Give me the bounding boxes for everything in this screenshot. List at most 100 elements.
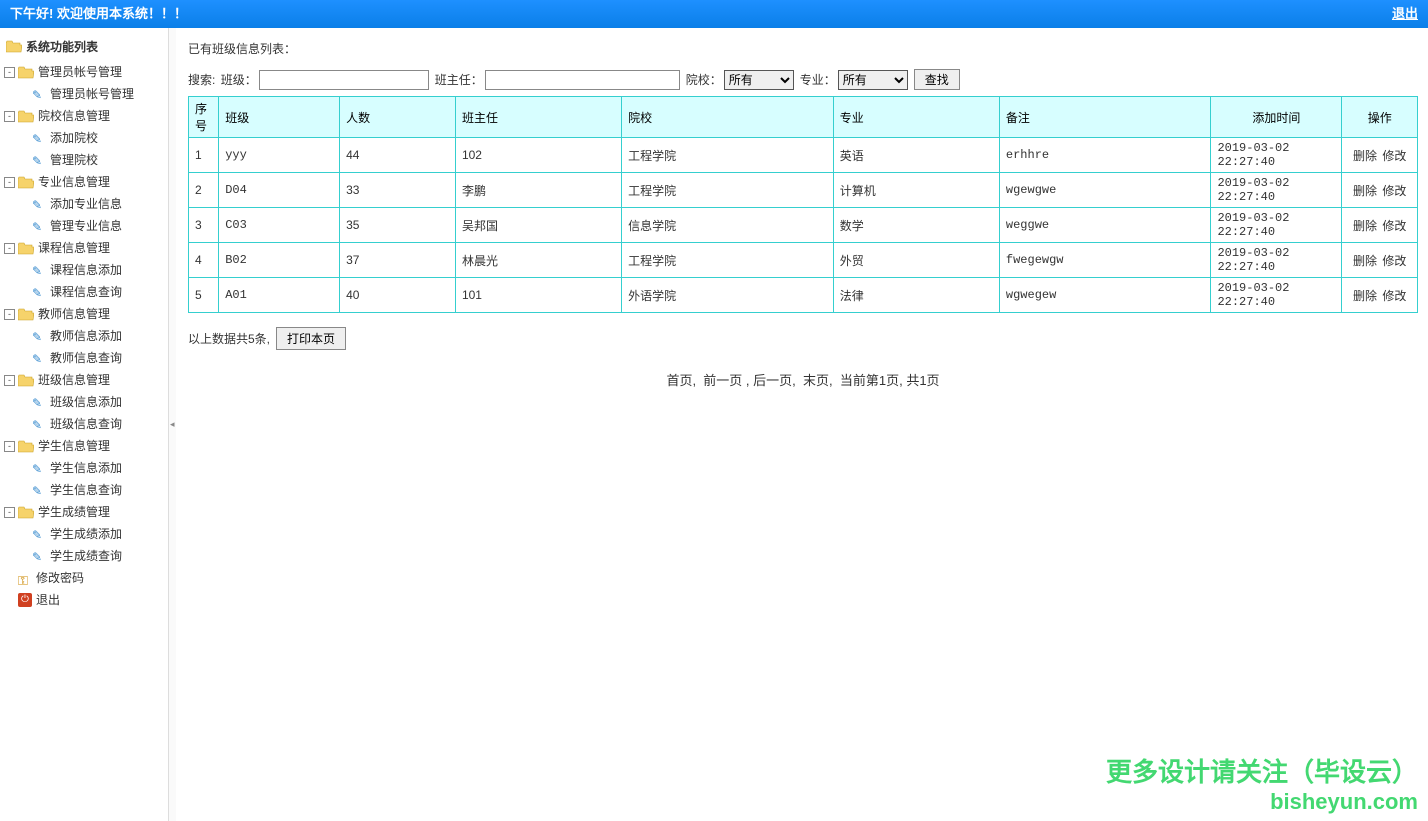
edit-icon xyxy=(32,483,46,497)
nav-item[interactable]: 学生成绩查询 xyxy=(32,545,168,567)
folder-open-icon xyxy=(18,308,34,321)
logout-link[interactable]: 退出 xyxy=(1392,0,1418,28)
nav-item[interactable]: 管理院校 xyxy=(32,149,168,171)
nav-item[interactable]: 管理专业信息 xyxy=(32,215,168,237)
class-table: 序号 班级 人数 班主任 院校 专业 备注 添加时间 操作 1yyy44102工… xyxy=(188,96,1418,313)
th-op: 操作 xyxy=(1342,97,1418,138)
nav-item[interactable]: 班级信息添加 xyxy=(32,391,168,413)
nav-item-label: 添加院校 xyxy=(50,128,98,148)
print-button[interactable]: 打印本页 xyxy=(276,327,346,350)
table-row: 3C0335吴邦国信息学院数学weggwe2019-03-02 22:27:40… xyxy=(189,208,1418,243)
edit-icon xyxy=(32,153,46,167)
edit-link[interactable]: 修改 xyxy=(1382,289,1406,303)
table-cell: 信息学院 xyxy=(622,208,834,243)
edit-link[interactable]: 修改 xyxy=(1382,219,1406,233)
pager: 首页, 前一页 , 后一页, 末页, 当前第1页, 共1页 xyxy=(188,370,1418,389)
nav-group-label: 学生成绩管理 xyxy=(38,502,110,522)
collapse-icon[interactable]: - xyxy=(4,375,15,386)
nav-item-label: 教师信息添加 xyxy=(50,326,122,346)
collapse-icon[interactable]: - xyxy=(4,507,15,518)
nav-item[interactable]: 添加专业信息 xyxy=(32,193,168,215)
nav-item[interactable]: 教师信息查询 xyxy=(32,347,168,369)
collapse-icon[interactable]: - xyxy=(4,177,15,188)
nav-item-label: 课程信息添加 xyxy=(50,260,122,280)
nav-group[interactable]: - 学生成绩管理 xyxy=(4,501,168,523)
table-cell: 林晨光 xyxy=(455,243,621,278)
delete-link[interactable]: 删除 xyxy=(1353,254,1377,268)
sidebar-splitter[interactable]: ◂ xyxy=(169,28,176,821)
edit-icon xyxy=(32,263,46,277)
pager-last[interactable]: 末页, xyxy=(803,373,833,388)
collapse-icon[interactable]: - xyxy=(4,111,15,122)
class-input[interactable] xyxy=(259,70,429,90)
table-cell: 外贸 xyxy=(833,243,999,278)
nav-change-password[interactable]: 修改密码 xyxy=(4,567,168,589)
nav-item[interactable]: 班级信息查询 xyxy=(32,413,168,435)
table-row: 2D0433李鹏工程学院计算机wgewgwe2019-03-02 22:27:4… xyxy=(189,173,1418,208)
nav-group-label: 教师信息管理 xyxy=(38,304,110,324)
nav-item-label: 学生信息添加 xyxy=(50,458,122,478)
delete-link[interactable]: 删除 xyxy=(1353,219,1377,233)
folder-open-icon xyxy=(18,176,34,189)
nav-item[interactable]: 管理员帐号管理 xyxy=(32,83,168,105)
edit-icon xyxy=(32,87,46,101)
nav-item[interactable]: 添加院校 xyxy=(32,127,168,149)
nav-item[interactable]: 学生信息查询 xyxy=(32,479,168,501)
edit-icon xyxy=(32,351,46,365)
pager-prev[interactable]: 前一页 , xyxy=(703,373,749,388)
school-label: 院校： xyxy=(686,71,722,88)
summary-row: 以上数据共5条, 打印本页 xyxy=(188,327,1418,350)
folder-open-icon xyxy=(18,440,34,453)
folder-open-icon xyxy=(6,40,22,53)
table-cell: 102 xyxy=(455,138,621,173)
nav-group[interactable]: - 教师信息管理 xyxy=(4,303,168,325)
collapse-icon[interactable]: - xyxy=(4,441,15,452)
delete-link[interactable]: 删除 xyxy=(1353,289,1377,303)
find-button[interactable]: 查找 xyxy=(914,69,960,90)
nav-group-label: 管理员帐号管理 xyxy=(38,62,122,82)
nav-item-label: 课程信息查询 xyxy=(50,282,122,302)
table-cell: erhhre xyxy=(999,138,1211,173)
table-row: 1yyy44102工程学院英语erhhre2019-03-02 22:27:40… xyxy=(189,138,1418,173)
collapse-icon[interactable]: - xyxy=(4,309,15,320)
sidebar: 系统功能列表 -管理员帐号管理管理员帐号管理-院校信息管理添加院校管理院校-专业… xyxy=(0,28,169,821)
nav-item[interactable]: 学生成绩添加 xyxy=(32,523,168,545)
folder-open-icon xyxy=(18,242,34,255)
delete-link[interactable]: 删除 xyxy=(1353,184,1377,198)
nav-exit[interactable]: 退出 xyxy=(4,589,168,611)
edit-icon xyxy=(32,527,46,541)
edit-link[interactable]: 修改 xyxy=(1382,254,1406,268)
nav-group[interactable]: - 管理员帐号管理 xyxy=(4,61,168,83)
table-cell: B02 xyxy=(219,243,340,278)
school-select[interactable]: 所有 xyxy=(724,70,794,90)
pager-first[interactable]: 首页, xyxy=(666,373,696,388)
nav-group[interactable]: -班级信息管理 xyxy=(4,369,168,391)
nav-item[interactable]: 课程信息查询 xyxy=(32,281,168,303)
sidebar-title: 系统功能列表 xyxy=(0,34,168,61)
delete-link[interactable]: 删除 xyxy=(1353,149,1377,163)
nav-group[interactable]: -学生信息管理 xyxy=(4,435,168,457)
nav-group[interactable]: -院校信息管理 xyxy=(4,105,168,127)
nav-group[interactable]: -专业信息管理 xyxy=(4,171,168,193)
table-cell: 计算机 xyxy=(833,173,999,208)
nav-item[interactable]: 学生信息添加 xyxy=(32,457,168,479)
search-bar: 搜索: 班级： 班主任： 院校： 所有 专业： 所有 查找 xyxy=(188,69,1418,90)
edit-link[interactable]: 修改 xyxy=(1382,184,1406,198)
head-input[interactable] xyxy=(485,70,680,90)
major-select[interactable]: 所有 xyxy=(838,70,908,90)
search-label: 搜索: xyxy=(188,71,215,88)
nav-group[interactable]: -课程信息管理 xyxy=(4,237,168,259)
th-class: 班级 xyxy=(219,97,340,138)
table-cell: 1 xyxy=(189,138,219,173)
table-cell: 英语 xyxy=(833,138,999,173)
collapse-icon[interactable]: - xyxy=(4,243,15,254)
table-cell: 李鹏 xyxy=(455,173,621,208)
table-cell-actions: 删除 修改 xyxy=(1342,278,1418,313)
collapse-icon[interactable]: - xyxy=(4,67,15,78)
nav-item[interactable]: 课程信息添加 xyxy=(32,259,168,281)
table-cell: 工程学院 xyxy=(622,243,834,278)
edit-link[interactable]: 修改 xyxy=(1382,149,1406,163)
nav-item[interactable]: 教师信息添加 xyxy=(32,325,168,347)
table-row: 5A0140101外语学院法律wgwegew2019-03-02 22:27:4… xyxy=(189,278,1418,313)
pager-next[interactable]: 后一页, xyxy=(753,373,796,388)
